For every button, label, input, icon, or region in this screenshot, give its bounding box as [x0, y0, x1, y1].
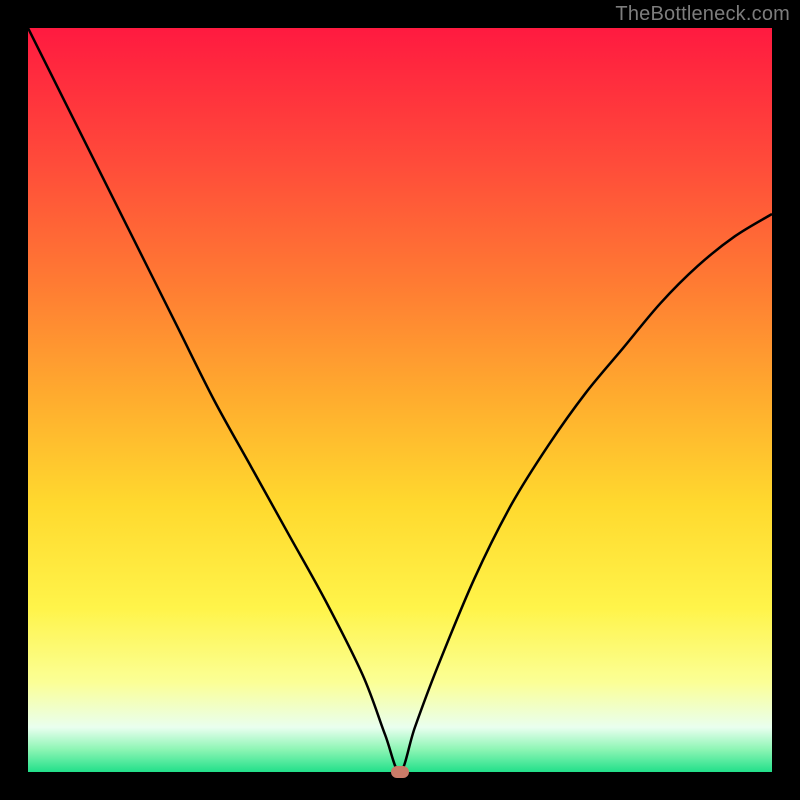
- plot-area: [28, 28, 772, 772]
- minimum-marker: [391, 766, 409, 778]
- watermark-text: TheBottleneck.com: [615, 3, 790, 26]
- bottleneck-curve: [28, 28, 772, 772]
- chart-frame: TheBottleneck.com: [0, 0, 800, 800]
